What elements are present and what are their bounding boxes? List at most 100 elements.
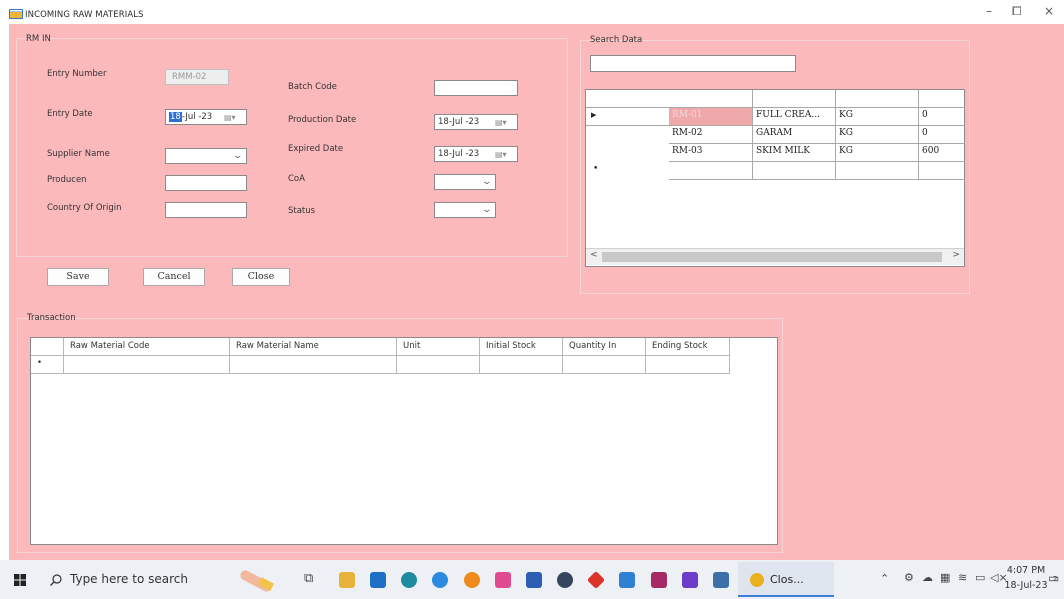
grid-column-header[interactable] <box>669 90 753 108</box>
coa-combo[interactable]: ⌄ <box>434 174 496 190</box>
git-icon[interactable] <box>586 570 606 590</box>
grid-cell-new[interactable] <box>669 162 753 180</box>
entry-number-field[interactable]: RMM-02 <box>165 69 229 85</box>
notification-center-icon[interactable]: ▭ 2 <box>1048 571 1061 585</box>
grid-cell-new[interactable] <box>64 356 230 374</box>
producer-label: Producen <box>47 175 87 185</box>
scroll-right-arrow[interactable]: > <box>952 250 960 260</box>
chevron-up-icon[interactable]: ⌃ <box>880 572 889 585</box>
row-selector[interactable] <box>586 126 669 144</box>
new-row-selector[interactable]: • <box>31 356 64 374</box>
access-icon[interactable] <box>651 572 667 588</box>
settings-icon[interactable]: ⚙ <box>904 571 914 584</box>
chevron-down-icon: ⌄ <box>232 151 244 161</box>
grid-cell-new[interactable] <box>563 356 646 374</box>
visual-studio-icon[interactable] <box>682 572 698 588</box>
grid-cell-stock[interactable]: 0 <box>919 126 965 144</box>
search-input[interactable] <box>590 55 796 72</box>
calendar-dropdown-icon[interactable]: ▤▾ <box>495 118 513 128</box>
minimize-button[interactable]: – <box>986 4 992 18</box>
transaction-grid[interactable]: Raw Material Code Raw Material Name Unit… <box>30 337 778 545</box>
production-date-picker[interactable]: 18-Jul -23 ▤▾ <box>434 114 518 130</box>
clock-date[interactable]: 18-Jul-23 <box>1004 580 1048 591</box>
firefox-icon[interactable] <box>464 572 480 588</box>
app-icon[interactable] <box>557 572 573 588</box>
expired-date-picker[interactable]: 18-Jul -23 ▤▾ <box>434 146 518 162</box>
grid-cell-new[interactable] <box>646 356 730 374</box>
horizontal-scrollbar[interactable]: < > <box>586 248 964 265</box>
col-initial-stock[interactable]: Initial Stock <box>480 338 563 356</box>
entry-date-day: 18 <box>169 112 182 122</box>
grid-cell-new[interactable] <box>397 356 480 374</box>
producer-field[interactable] <box>165 175 247 191</box>
grid-cell-unit[interactable]: KG <box>836 108 919 126</box>
grid-cell-stock[interactable]: 600 <box>919 144 965 162</box>
photos-icon[interactable] <box>619 572 635 588</box>
grid-cell-new[interactable] <box>919 162 965 180</box>
battery-icon[interactable]: ▭ <box>975 571 985 584</box>
calendar-dropdown-icon[interactable]: ▤▾ <box>224 113 242 123</box>
grid-cell-name[interactable]: FULL CREA... <box>753 108 836 126</box>
taskbar-search-box[interactable]: Type here to search <box>45 564 215 595</box>
row-selector[interactable]: ▶ <box>586 108 669 126</box>
app-icon[interactable] <box>713 572 729 588</box>
grid-cell-code[interactable]: RM-01 <box>669 108 753 126</box>
close-window-button[interactable]: × <box>1044 4 1054 18</box>
calendar-dropdown-icon[interactable]: ▤▾ <box>495 150 513 160</box>
expired-date-value: 18-Jul -23 <box>438 149 480 159</box>
app-tray-icon[interactable]: ▦ <box>940 571 950 584</box>
supplier-name-combo[interactable]: ⌄ <box>165 148 247 164</box>
wifi-icon[interactable]: ≋ <box>958 571 967 584</box>
status-label: Status <box>288 206 316 216</box>
grid-cell-unit[interactable]: KG <box>836 144 919 162</box>
save-button[interactable]: Save <box>47 268 109 286</box>
rm-in-group-label: RM IN <box>26 34 51 44</box>
file-explorer-icon[interactable] <box>339 572 355 588</box>
app-icon[interactable] <box>495 572 511 588</box>
pencil-icon <box>233 566 279 594</box>
grid-column-header[interactable] <box>919 90 965 108</box>
row-selector[interactable] <box>586 144 669 162</box>
col-ending-stock[interactable]: Ending Stock <box>646 338 730 356</box>
chrome-icon[interactable] <box>432 572 448 588</box>
grid-cell-unit[interactable]: KG <box>836 126 919 144</box>
grid-cell-new[interactable] <box>836 162 919 180</box>
grid-cell-code[interactable]: RM-02 <box>669 126 753 144</box>
clock-time[interactable]: 4:07 PM <box>1006 565 1046 576</box>
new-row-selector[interactable]: • <box>586 162 669 180</box>
batch-code-field[interactable] <box>434 80 518 96</box>
taskbar-active-app[interactable]: Clos... <box>738 562 834 597</box>
entry-date-picker[interactable]: 18-Jul -23 ▤▾ <box>165 109 247 125</box>
grid-cell-new[interactable] <box>753 162 836 180</box>
scroll-left-arrow[interactable]: < <box>590 250 598 260</box>
grid-cell-new[interactable] <box>480 356 563 374</box>
col-raw-material-code[interactable]: Raw Material Code <box>64 338 230 356</box>
cancel-button[interactable]: Cancel <box>143 268 205 286</box>
grid-cell-stock[interactable]: 0 <box>919 108 965 126</box>
active-app-label: Clos... <box>770 573 804 586</box>
status-combo[interactable]: ⌄ <box>434 202 496 218</box>
grid-cell-name[interactable]: GARAM <box>753 126 836 144</box>
maximize-button[interactable]: ⧠ <box>1012 4 1022 19</box>
col-quantity-in[interactable]: Quantity In <box>563 338 646 356</box>
grid-column-header[interactable] <box>836 90 919 108</box>
grid-column-header[interactable] <box>753 90 836 108</box>
col-unit[interactable]: Unit <box>397 338 480 356</box>
windows-start-icon[interactable] <box>14 574 26 586</box>
notification-count: 2 <box>1053 575 1058 583</box>
grid-cell-code[interactable]: RM-03 <box>669 144 753 162</box>
close-button[interactable]: Close <box>232 268 290 286</box>
task-view-icon[interactable]: ⧉ <box>304 571 313 586</box>
mail-icon[interactable] <box>370 572 386 588</box>
col-raw-material-name[interactable]: Raw Material Name <box>230 338 397 356</box>
country-of-origin-field[interactable] <box>165 202 247 218</box>
word-icon[interactable] <box>526 572 542 588</box>
scrollbar-thumb[interactable] <box>602 252 942 262</box>
search-results-grid[interactable]: ▶ RM-01 FULL CREA... KG 0 RM-02 GARAM KG… <box>585 89 965 267</box>
edge-icon[interactable] <box>401 572 417 588</box>
cloud-icon[interactable]: ☁ <box>922 571 933 584</box>
grid-cell-new[interactable] <box>230 356 397 374</box>
production-date-value: 18-Jul -23 <box>438 117 480 127</box>
grid-cell-name[interactable]: SKIM MILK <box>753 144 836 162</box>
new-row-marker: • <box>593 164 599 174</box>
